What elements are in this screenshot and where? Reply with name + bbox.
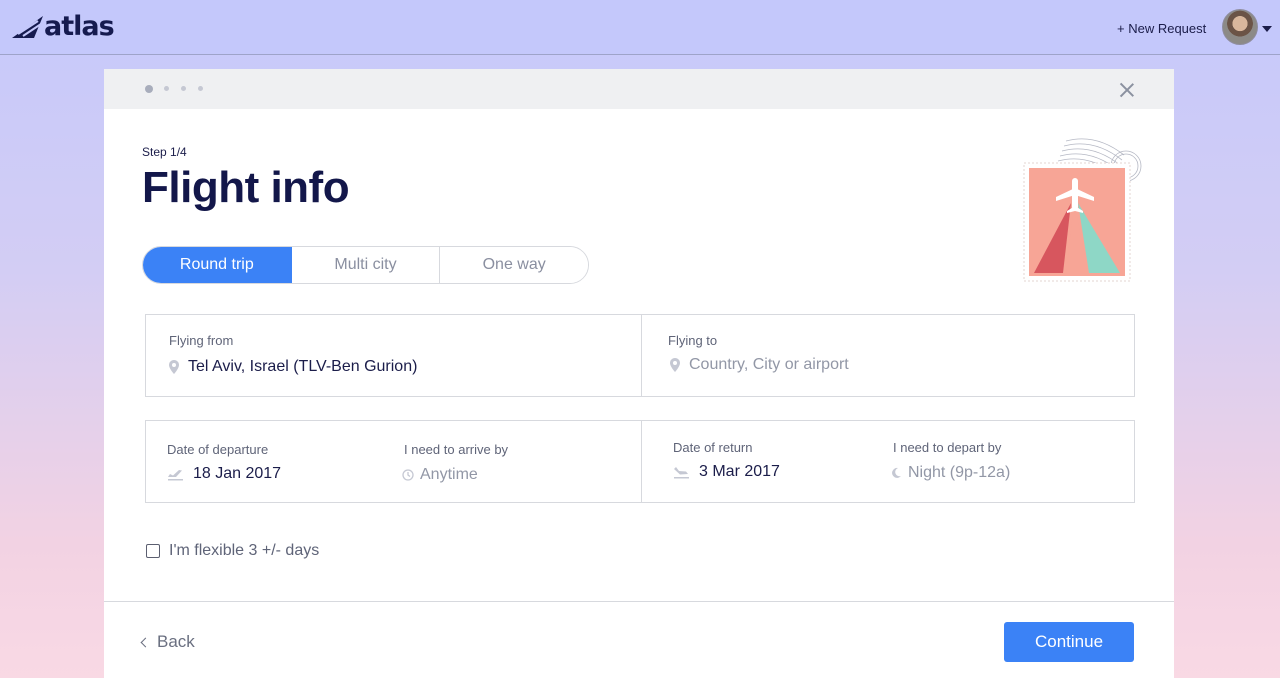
top-bar: atlas + New Request bbox=[0, 0, 1280, 55]
departure-date-input[interactable]: 18 Jan 2017 bbox=[167, 465, 281, 483]
atlas-logo[interactable]: atlas bbox=[10, 11, 115, 42]
flying-from-label: Flying from bbox=[169, 333, 234, 348]
trip-type-selector: Round trip Multi city One way bbox=[142, 246, 589, 284]
flying-to-input[interactable] bbox=[689, 356, 1049, 374]
chevron-left-icon bbox=[140, 637, 151, 647]
moon-icon bbox=[892, 467, 901, 478]
date-fields: Date of departure 18 Jan 2017 I need to … bbox=[145, 420, 1135, 503]
step-indicator: Step 1/4 bbox=[142, 145, 187, 159]
flying-from-input[interactable]: Tel Aviv, Israel (TLV-Ben Gurion) bbox=[169, 358, 417, 376]
modal-header bbox=[104, 69, 1174, 109]
tab-one-way[interactable]: One way bbox=[440, 247, 588, 283]
flying-from-value: Tel Aviv, Israel (TLV-Ben Gurion) bbox=[188, 358, 418, 375]
flexible-dates-checkbox[interactable] bbox=[146, 544, 160, 558]
tab-round-trip[interactable]: Round trip bbox=[143, 247, 292, 283]
location-pin-icon bbox=[169, 360, 179, 374]
flexible-dates-label: I'm flexible 3 +/- days bbox=[169, 542, 320, 559]
departure-group: Date of departure 18 Jan 2017 I need to … bbox=[146, 421, 641, 502]
brand-name: atlas bbox=[44, 11, 115, 42]
plane-takeoff-icon bbox=[168, 469, 183, 480]
footer-divider bbox=[104, 601, 1174, 602]
location-pin-icon bbox=[670, 358, 680, 372]
route-fields: Flying from Tel Aviv, Israel (TLV-Ben Gu… bbox=[145, 314, 1135, 397]
depart-by-select[interactable]: Night (9p-12a) bbox=[891, 464, 1010, 482]
return-group: Date of return 3 Mar 2017 I need to depa… bbox=[641, 421, 1134, 502]
flight-info-modal: Step 1/4 Flight info Round trip Multi ci… bbox=[104, 69, 1174, 678]
departure-date-label: Date of departure bbox=[167, 442, 269, 457]
plane-landing-icon bbox=[674, 466, 689, 478]
flying-from-field[interactable]: Flying from Tel Aviv, Israel (TLV-Ben Gu… bbox=[146, 315, 641, 396]
postage-stamp-illustration bbox=[1023, 138, 1142, 282]
user-avatar[interactable] bbox=[1222, 9, 1258, 45]
flying-to-wrapper bbox=[670, 356, 1049, 374]
step-dot-1 bbox=[145, 85, 153, 93]
flexible-dates-option[interactable]: I'm flexible 3 +/- days bbox=[146, 542, 319, 560]
arrive-by-select[interactable]: Anytime bbox=[402, 466, 478, 484]
flying-to-field[interactable]: Flying to bbox=[641, 315, 1134, 396]
return-date-label: Date of return bbox=[673, 440, 753, 455]
chevron-down-icon[interactable] bbox=[1262, 26, 1272, 32]
back-button[interactable]: Back bbox=[140, 632, 195, 652]
arrive-by-label: I need to arrive by bbox=[404, 442, 509, 457]
return-date-value: 3 Mar 2017 bbox=[699, 463, 780, 480]
depart-by-value: Night (9p-12a) bbox=[908, 464, 1011, 481]
step-dot-4 bbox=[198, 86, 203, 91]
new-request-link[interactable]: + New Request bbox=[1117, 21, 1206, 36]
step-dot-2 bbox=[164, 86, 169, 91]
return-date-input[interactable]: 3 Mar 2017 bbox=[673, 463, 780, 481]
clock-icon bbox=[402, 469, 414, 481]
page-title: Flight info bbox=[142, 163, 350, 212]
depart-by-label: I need to depart by bbox=[893, 440, 1002, 455]
arrive-by-value: Anytime bbox=[420, 466, 478, 483]
flying-to-label: Flying to bbox=[668, 333, 718, 348]
logo-mark-icon bbox=[12, 16, 43, 38]
step-dot-3 bbox=[181, 86, 186, 91]
departure-date-value: 18 Jan 2017 bbox=[193, 465, 282, 482]
tab-multi-city[interactable]: Multi city bbox=[291, 247, 441, 283]
close-icon[interactable] bbox=[1118, 81, 1136, 99]
continue-button[interactable]: Continue bbox=[1004, 622, 1134, 662]
back-label: Back bbox=[157, 632, 195, 651]
